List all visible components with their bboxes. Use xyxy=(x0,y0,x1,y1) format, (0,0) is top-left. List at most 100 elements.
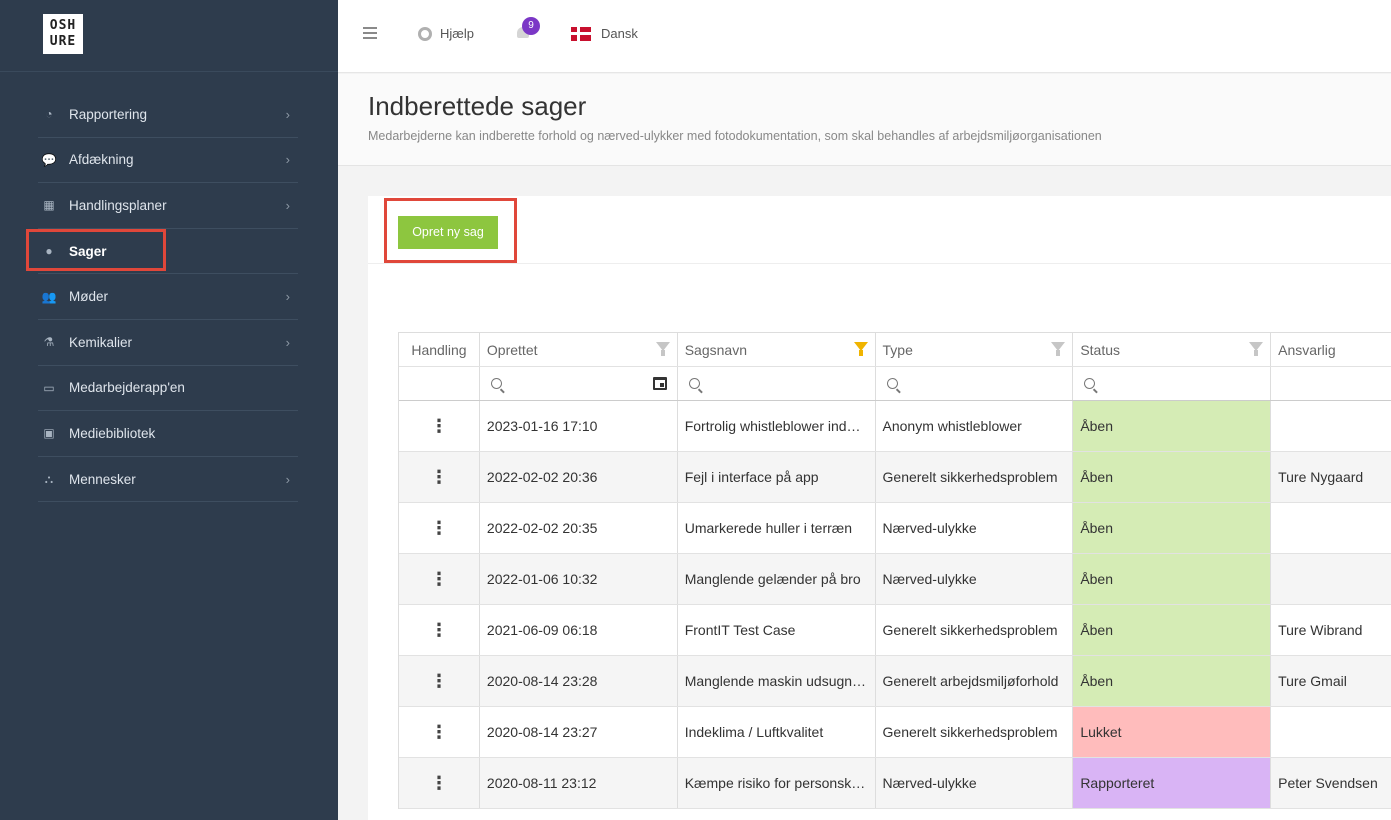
oshure-logo[interactable]: OSH URE xyxy=(43,14,83,54)
cell-type: Generelt sikkerhedsproblem xyxy=(876,707,1074,757)
cell-type: Generelt sikkerhedsproblem xyxy=(876,605,1074,655)
cell-status: Rapporteret xyxy=(1073,758,1272,808)
help-link[interactable]: Hjælp xyxy=(418,26,474,41)
cell-name[interactable]: Kæmpe risiko for personsk… xyxy=(678,758,876,808)
table-row[interactable]: ⋮ 2022-02-02 20:36 Fejl i interface på app… xyxy=(399,452,1391,503)
org-chart-icon: ⛬ xyxy=(44,471,54,486)
cell-created: 2020-08-14 23:27 xyxy=(480,707,678,757)
language-label: Dansk xyxy=(601,26,638,41)
cell-created: 2020-08-14 23:28 xyxy=(480,656,678,706)
row-actions-menu[interactable]: ⋮ xyxy=(399,503,480,553)
cell-name[interactable]: Indeklima / Luftkvalitet xyxy=(678,707,876,757)
name-filter-input[interactable] xyxy=(678,367,876,400)
chat-bubbles-icon: 💬 xyxy=(41,152,57,167)
status-filter-input[interactable] xyxy=(1073,367,1272,400)
table-header-row: Handling Oprettet Sagsnavn Type Status A… xyxy=(399,333,1391,367)
responsible-filter-input[interactable] xyxy=(1271,367,1391,400)
cell-name[interactable]: Manglende gelænder på bro xyxy=(678,554,876,604)
column-header-name[interactable]: Sagsnavn xyxy=(678,333,876,366)
more-vertical-icon[interactable]: ⋮ xyxy=(430,468,448,486)
filter-icon[interactable] xyxy=(655,342,670,356)
table-row[interactable]: ⋮ 2020-08-14 23:28 Manglende maskin udsugn… xyxy=(399,656,1391,707)
more-vertical-icon[interactable]: ⋮ xyxy=(430,519,448,537)
table-row[interactable]: ⋮ 2020-08-11 23:12 Kæmpe risiko for person… xyxy=(399,758,1391,809)
table-body: ⋮ 2023-01-16 17:10 Fortrolig whistleblower… xyxy=(399,401,1391,809)
pie-chart-icon: ◔ xyxy=(45,107,53,122)
cell-name[interactable]: Fejl i interface på app xyxy=(678,452,876,502)
calendar-icon[interactable] xyxy=(652,377,667,390)
more-vertical-icon[interactable]: ⋮ xyxy=(430,570,448,588)
content-panel: Opret ny sag Handling Oprettet Sagsnavn … xyxy=(368,196,1391,820)
more-vertical-icon[interactable]: ⋮ xyxy=(430,621,448,639)
cell-name[interactable]: FrontIT Test Case xyxy=(678,605,876,655)
page-subtitle: Medarbejderne kan indberette forhold og … xyxy=(368,129,1102,143)
column-header-created[interactable]: Oprettet xyxy=(480,333,678,366)
cell-type: Nærved-ulykke xyxy=(876,503,1074,553)
language-selector[interactable]: Dansk xyxy=(571,26,638,41)
sidebar-nav: ◔ Rapportering › 💬 Afdækning › ▦ Handlingsplane… xyxy=(38,92,298,503)
column-header-created-label: Oprettet xyxy=(486,341,538,358)
case-name: Umarkerede huller i terræn xyxy=(684,519,853,536)
sidebar-item-label: Afdækning xyxy=(69,152,134,168)
row-actions-menu[interactable]: ⋮ xyxy=(399,401,480,451)
case-name: Kæmpe risiko for personsk… xyxy=(684,774,866,791)
cell-status: Lukket xyxy=(1073,707,1272,757)
row-actions-menu[interactable]: ⋮ xyxy=(399,452,480,502)
row-actions-menu[interactable]: ⋮ xyxy=(399,605,480,655)
cell-created: 2022-02-02 20:35 xyxy=(480,503,678,553)
lifebuoy-icon xyxy=(418,26,432,41)
cell-name[interactable]: Fortrolig whistleblower ind… xyxy=(678,401,876,451)
more-vertical-icon[interactable]: ⋮ xyxy=(430,723,448,741)
case-name: Manglende gelænder på bro xyxy=(684,570,861,587)
sidebar-item-kemikalier[interactable]: ⚗ Kemikalier › xyxy=(38,320,298,366)
topbar: Hjælp 9 Dansk xyxy=(338,0,1391,73)
cell-responsible xyxy=(1271,707,1391,757)
cases-table: Handling Oprettet Sagsnavn Type Status A… xyxy=(398,332,1391,809)
cell-created: 2022-01-06 10:32 xyxy=(480,554,678,604)
table-row[interactable]: ⋮ 2022-01-06 10:32 Manglende gelænder på b… xyxy=(399,554,1391,605)
more-vertical-icon[interactable]: ⋮ xyxy=(430,672,448,690)
row-actions-menu[interactable]: ⋮ xyxy=(399,707,480,757)
table-row[interactable]: ⋮ 2023-01-16 17:10 Fortrolig whistleblower… xyxy=(399,401,1391,452)
sidebar-item-mediebibliotek[interactable]: ▣ Mediebibliotek xyxy=(38,411,298,457)
column-header-handling[interactable]: Handling xyxy=(399,333,480,366)
row-actions-menu[interactable]: ⋮ xyxy=(399,656,480,706)
created-filter-input[interactable] xyxy=(480,367,678,400)
more-vertical-icon[interactable]: ⋮ xyxy=(430,774,448,792)
sidebar-item-møder[interactable]: 👥 Møder › xyxy=(38,274,298,320)
menu-toggle-icon[interactable] xyxy=(363,27,377,39)
chevron-right-icon: › xyxy=(285,471,290,487)
danish-flag-icon xyxy=(571,26,591,41)
cell-name[interactable]: Umarkerede huller i terræn xyxy=(678,503,876,553)
sidebar-item-medarbejderapp-en[interactable]: ▭ Medarbejderapp'en xyxy=(38,366,298,412)
filter-icon[interactable] xyxy=(1051,342,1066,356)
cell-responsible: Ture Gmail xyxy=(1278,673,1347,689)
column-header-type[interactable]: Type xyxy=(876,333,1074,366)
sidebar-item-afdækning[interactable]: 💬 Afdækning › xyxy=(38,138,298,184)
more-vertical-icon[interactable]: ⋮ xyxy=(430,417,448,435)
devices-icon: ▭ xyxy=(43,380,55,395)
table-row[interactable]: ⋮ 2020-08-14 23:27 Indeklima / Luftkvalite… xyxy=(399,707,1391,758)
active-filter-icon[interactable] xyxy=(853,342,868,356)
type-filter-input[interactable] xyxy=(876,367,1074,400)
sidebar-item-mennesker[interactable]: ⛬ Mennesker › xyxy=(38,457,298,503)
search-icon xyxy=(688,378,700,389)
filter-cell-empty xyxy=(399,367,480,400)
row-actions-menu[interactable]: ⋮ xyxy=(399,758,480,808)
column-header-name-label: Sagsnavn xyxy=(684,341,747,358)
cell-name[interactable]: Manglende maskin udsugn… xyxy=(678,656,876,706)
logo-area: OSH URE xyxy=(0,0,338,72)
cell-type: Nærved-ulykke xyxy=(876,758,1074,808)
chevron-right-icon: › xyxy=(285,197,290,213)
column-header-status[interactable]: Status xyxy=(1073,333,1272,366)
table-row[interactable]: ⋮ 2022-02-02 20:35 Umarkerede huller i ter… xyxy=(399,503,1391,554)
new-case-button[interactable]: Opret ny sag xyxy=(398,216,498,249)
column-header-responsible[interactable]: Ansvarlig xyxy=(1271,333,1391,366)
sidebar-item-handlingsplaner[interactable]: ▦ Handlingsplaner › xyxy=(38,183,298,229)
row-actions-menu[interactable]: ⋮ xyxy=(399,554,480,604)
table-row[interactable]: ⋮ 2021-06-09 06:18 FrontIT Test Case Genere… xyxy=(399,605,1391,656)
search-icon xyxy=(490,378,502,389)
chevron-right-icon: › xyxy=(285,334,290,350)
sidebar-item-rapportering[interactable]: ◔ Rapportering › xyxy=(38,92,298,138)
filter-icon[interactable] xyxy=(1249,342,1264,356)
